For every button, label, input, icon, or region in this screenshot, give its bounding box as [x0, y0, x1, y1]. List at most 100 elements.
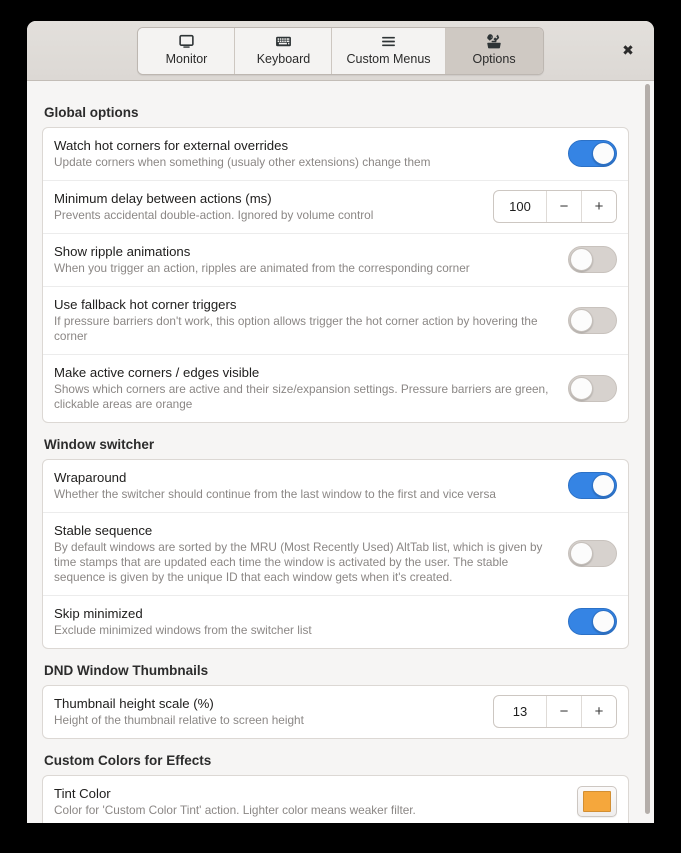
row-subtitle: If pressure barriers don't work, this op… [54, 314, 538, 343]
toggle-switch-stable-sequence[interactable] [568, 540, 617, 567]
settings-row-skip-minimized: Skip minimized Exclude minimized windows … [43, 595, 628, 648]
settings-card: Wraparound Whether the switcher should co… [42, 459, 629, 649]
spinbutton-value[interactable]: 100 [494, 191, 546, 222]
content-scroll-area: Global options Watch hot corners for exte… [27, 81, 654, 823]
row-text: Make active corners / edges visible Shows… [54, 364, 568, 412]
row-subtitle: When you trigger an action, ripples are … [54, 261, 470, 275]
settings-card: Watch hot corners for external overrides… [42, 127, 629, 423]
scrollbar-thumb[interactable] [645, 84, 650, 814]
row-text: Minimum delay between actions (ms) Preven… [54, 190, 493, 223]
tab-keyboard-label: Keyboard [256, 52, 311, 66]
row-subtitle: Height of the thumbnail relative to scre… [54, 713, 304, 727]
preferences-icon [485, 33, 503, 50]
row-control: 100− + [493, 190, 617, 223]
settings-card: Thumbnail height scale (%) Height of the … [42, 685, 629, 739]
row-text: Watch hot corners for external overrides… [54, 137, 568, 170]
spinbutton-decrement[interactable]: − [546, 191, 581, 222]
row-subtitle: Color for 'Custom Color Tint' action. Li… [54, 803, 416, 817]
row-title: Use fallback hot corner triggers [54, 297, 237, 312]
tab-options[interactable]: Options [445, 27, 543, 74]
keyboard-icon [275, 33, 292, 50]
row-title: Show ripple animations [54, 244, 191, 259]
row-subtitle: By default windows are sorted by the MRU… [54, 540, 543, 584]
header-bar: Monitor Keyboard Custom Menus Options ✖ [27, 21, 654, 81]
row-control [577, 786, 617, 817]
toggle-knob [592, 474, 615, 497]
row-text: Skip minimized Exclude minimized windows … [54, 605, 568, 638]
monitor-icon [178, 33, 195, 50]
settings-section: Custom Colors for Effects Tint Color Color… [42, 745, 629, 823]
row-control [568, 608, 617, 635]
row-control [568, 472, 617, 499]
row-control [568, 246, 617, 273]
color-button-tint-color[interactable] [577, 786, 617, 817]
spinbutton-value[interactable]: 13 [494, 696, 546, 727]
settings-row-use-fallback-triggers: Use fallback hot corner triggers If press… [43, 286, 628, 354]
row-title: Tint Color [54, 786, 111, 801]
row-control [568, 374, 617, 402]
toggle-switch-make-corners-visible[interactable] [568, 374, 617, 402]
toggle-switch-skip-minimized[interactable] [568, 608, 617, 635]
row-subtitle: Prevents accidental double-action. Ignor… [54, 208, 374, 222]
settings-row-tint-color: Tint Color Color for 'Custom Color Tint' … [43, 776, 628, 823]
row-text: Stable sequence By default windows are so… [54, 522, 568, 585]
settings-row-show-ripple-animations: Show ripple animations When you trigger a… [43, 233, 628, 286]
row-control: 13− + [493, 695, 617, 728]
tab-keyboard[interactable]: Keyboard [235, 27, 333, 74]
spinbutton-minimum-delay[interactable]: 100− + [493, 190, 617, 223]
settings-list: Global options Watch hot corners for exte… [27, 81, 654, 823]
settings-section: Global options Watch hot corners for exte… [42, 97, 629, 423]
row-title: Watch hot corners for external overrides [54, 138, 289, 153]
toggle-knob [592, 610, 615, 633]
hamburger-menu-icon [380, 33, 397, 50]
row-title: Thumbnail height scale (%) [54, 696, 214, 711]
row-text: Wraparound Whether the switcher should co… [54, 469, 568, 502]
settings-row-watch-hot-corners: Watch hot corners for external overrides… [43, 128, 628, 180]
row-text: Use fallback hot corner triggers If press… [54, 296, 568, 344]
row-control [568, 140, 617, 167]
row-text: Tint Color Color for 'Custom Color Tint' … [54, 785, 577, 818]
row-control [568, 540, 617, 567]
tab-custom-menus-label: Custom Menus [346, 52, 431, 66]
settings-section: Window switcher Wraparound Whether the swi… [42, 429, 629, 649]
toggle-switch-use-fallback-triggers[interactable] [568, 306, 617, 334]
section-title: Global options [44, 105, 139, 120]
row-subtitle: Whether the switcher should continue fro… [54, 487, 496, 501]
toggle-switch-wraparound[interactable] [568, 472, 617, 499]
spinbutton-increment[interactable]: + [581, 191, 616, 222]
close-icon: ✖ [622, 42, 634, 58]
tab-options-label: Options [472, 52, 516, 66]
row-text: Show ripple animations When you trigger a… [54, 243, 568, 276]
settings-section: DND Window Thumbnails Thumbnail height sc… [42, 655, 629, 739]
tab-monitor-label: Monitor [165, 52, 208, 66]
toggle-switch-watch-hot-corners[interactable] [568, 140, 617, 167]
spinbutton-increment[interactable]: + [581, 696, 616, 727]
tab-custom-menus[interactable]: Custom Menus [332, 27, 446, 74]
toggle-knob [570, 376, 593, 400]
settings-row-minimum-delay: Minimum delay between actions (ms) Preven… [43, 180, 628, 233]
preferences-window: Monitor Keyboard Custom Menus Options ✖ … [27, 21, 654, 823]
section-title: Custom Colors for Effects [44, 753, 212, 768]
spinbutton-decrement[interactable]: − [546, 696, 581, 727]
spinbutton-thumbnail-height-scale[interactable]: 13− + [493, 695, 617, 728]
row-control [568, 306, 617, 334]
vertical-scrollbar[interactable] [643, 81, 653, 823]
row-title: Minimum delay between actions (ms) [54, 191, 272, 206]
tab-monitor[interactable]: Monitor [138, 27, 236, 74]
close-button[interactable]: ✖ [615, 38, 641, 64]
toggle-knob [570, 308, 593, 332]
row-title: Skip minimized [54, 606, 143, 621]
settings-row-thumbnail-height-scale: Thumbnail height scale (%) Height of the … [43, 686, 628, 738]
row-subtitle: Exclude minimized windows from the switc… [54, 623, 312, 637]
row-title: Make active corners / edges visible [54, 365, 260, 380]
settings-row-wraparound: Wraparound Whether the switcher should co… [43, 460, 628, 512]
row-text: Thumbnail height scale (%) Height of the … [54, 695, 493, 728]
toggle-knob [570, 542, 593, 565]
row-title: Wraparound [54, 470, 127, 485]
settings-card: Tint Color Color for 'Custom Color Tint' … [42, 775, 629, 823]
toggle-knob [592, 142, 615, 165]
settings-row-stable-sequence: Stable sequence By default windows are so… [43, 512, 628, 595]
row-subtitle: Shows which corners are active and their… [54, 382, 549, 411]
toggle-switch-show-ripple-animations[interactable] [568, 246, 617, 273]
toggle-knob [570, 248, 593, 271]
